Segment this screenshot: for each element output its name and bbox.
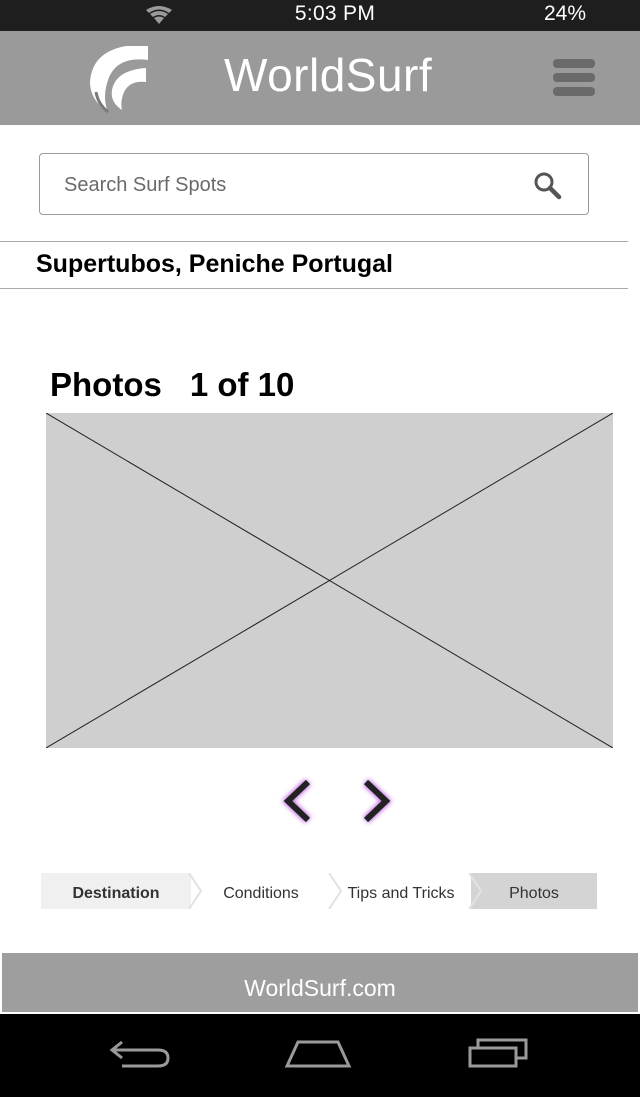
battery-level: 24%	[543, 2, 586, 25]
search-box	[39, 153, 589, 215]
hamburger-menu-icon[interactable]	[553, 59, 597, 99]
back-icon[interactable]	[108, 1034, 174, 1074]
menu-bar	[553, 73, 595, 82]
footer-site-link[interactable]: WorldSurf.com	[2, 953, 638, 1023]
photo-counter: 1 of 10	[189, 366, 295, 403]
app-title: WorldSurf	[224, 49, 433, 101]
chevron-right-icon[interactable]	[356, 774, 396, 828]
step-conditions[interactable]: Conditions	[191, 873, 331, 909]
location-bar: Supertubos, Peniche Portugal	[0, 241, 628, 289]
photos-title: Photos	[50, 366, 162, 403]
step-destination[interactable]: Destination	[41, 873, 191, 909]
step-separator	[188, 873, 203, 909]
photos-heading: Photos 1 of 10	[50, 366, 294, 404]
step-tips-and-tricks[interactable]: Tips and Tricks	[331, 873, 471, 909]
location-name: Supertubos, Peniche Portugal	[36, 250, 393, 278]
recents-icon[interactable]	[466, 1034, 530, 1074]
wave-logo-icon[interactable]	[86, 42, 152, 114]
app-header: WorldSurf	[0, 31, 640, 125]
search-icon[interactable]	[532, 170, 562, 200]
section-steps: Destination Conditions Tips and Tricks P…	[41, 873, 597, 909]
search-input[interactable]	[62, 168, 506, 202]
step-separator	[328, 873, 343, 909]
chevron-left-icon[interactable]	[278, 774, 318, 828]
menu-bar	[553, 59, 595, 68]
step-photos[interactable]: Photos	[471, 873, 597, 909]
system-nav-bar	[0, 1014, 640, 1097]
footer: WorldSurf.com	[2, 953, 638, 1012]
step-separator	[468, 873, 483, 909]
photo-placeholder[interactable]	[46, 413, 613, 748]
menu-bar	[553, 87, 595, 96]
status-bar: 5:03 PM 24%	[0, 0, 640, 31]
image-placeholder-icon	[46, 413, 613, 748]
home-icon[interactable]	[284, 1034, 352, 1074]
